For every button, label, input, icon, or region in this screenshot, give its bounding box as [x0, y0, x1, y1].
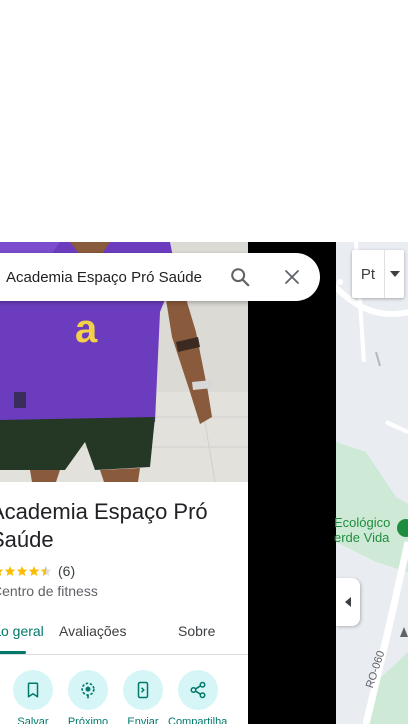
star-icon [28, 566, 40, 576]
collapse-panel-button[interactable] [336, 578, 360, 626]
nearby-label: Próximo [67, 716, 109, 724]
close-icon [285, 270, 299, 284]
active-tab-indicator [0, 651, 26, 654]
tab-overview-label: Visão geral [0, 623, 44, 639]
review-count[interactable]: (6) [58, 563, 75, 579]
tab-about[interactable]: Sobre [178, 618, 215, 654]
language-select[interactable]: Pt [352, 250, 404, 298]
place-tabs: Visão geral Avaliações Sobre [0, 618, 248, 655]
nearby-icon [81, 682, 95, 699]
star-half-icon [40, 566, 52, 576]
maps-page: a Academia Espaço Pró Saúde [0, 0, 408, 724]
send-to-phone-icon [137, 681, 149, 699]
share-icon [190, 681, 206, 699]
place-category[interactable]: Centro de fitness [0, 583, 98, 599]
clear-search-button[interactable] [278, 263, 306, 291]
place-panel: a Academia Espaço Pró Saúde [0, 242, 248, 724]
tab-about-label: Sobre [178, 623, 216, 639]
share-button[interactable]: Compartilhar [168, 666, 228, 724]
tab-reviews[interactable]: Avaliações [59, 618, 126, 654]
save-button[interactable]: Salvar [3, 666, 63, 724]
place-title: Academia Espaço Pró Saúde [0, 499, 208, 552]
search-input[interactable] [6, 265, 216, 289]
search-box [0, 253, 320, 301]
search-button[interactable] [226, 263, 254, 291]
nearby-button[interactable]: Próximo [58, 666, 118, 724]
send-to-phone-button[interactable]: Enviar [113, 666, 173, 724]
chevron-down-icon[interactable] [385, 250, 404, 298]
rating-stars [0, 565, 52, 577]
send-label: Enviar [127, 716, 159, 724]
map-place-label[interactable]: Ecológico erde Vida [334, 515, 390, 545]
save-label: Salvar [17, 716, 49, 724]
svg-text:a: a [75, 307, 98, 351]
share-label: Compartilhar [168, 716, 228, 724]
tab-overview[interactable]: Visão geral [0, 618, 44, 654]
action-buttons: Salvar Próximo Enviar Compartilhar [0, 666, 248, 724]
map-place-label-line2: erde Vida [334, 530, 390, 545]
map-canvas[interactable] [336, 242, 408, 724]
rating-row[interactable]: (6) [0, 562, 75, 580]
map-image [336, 242, 408, 724]
star-icon [4, 566, 16, 576]
black-divider [248, 242, 336, 724]
language-select-label: Pt [360, 265, 376, 283]
bookmark-icon [27, 682, 39, 698]
search-icon [231, 268, 250, 287]
star-icon [16, 566, 28, 576]
tab-reviews-label: Avaliações [59, 623, 127, 639]
map-place-label-line1: Ecológico [334, 515, 391, 530]
chevron-left-icon [345, 597, 351, 607]
